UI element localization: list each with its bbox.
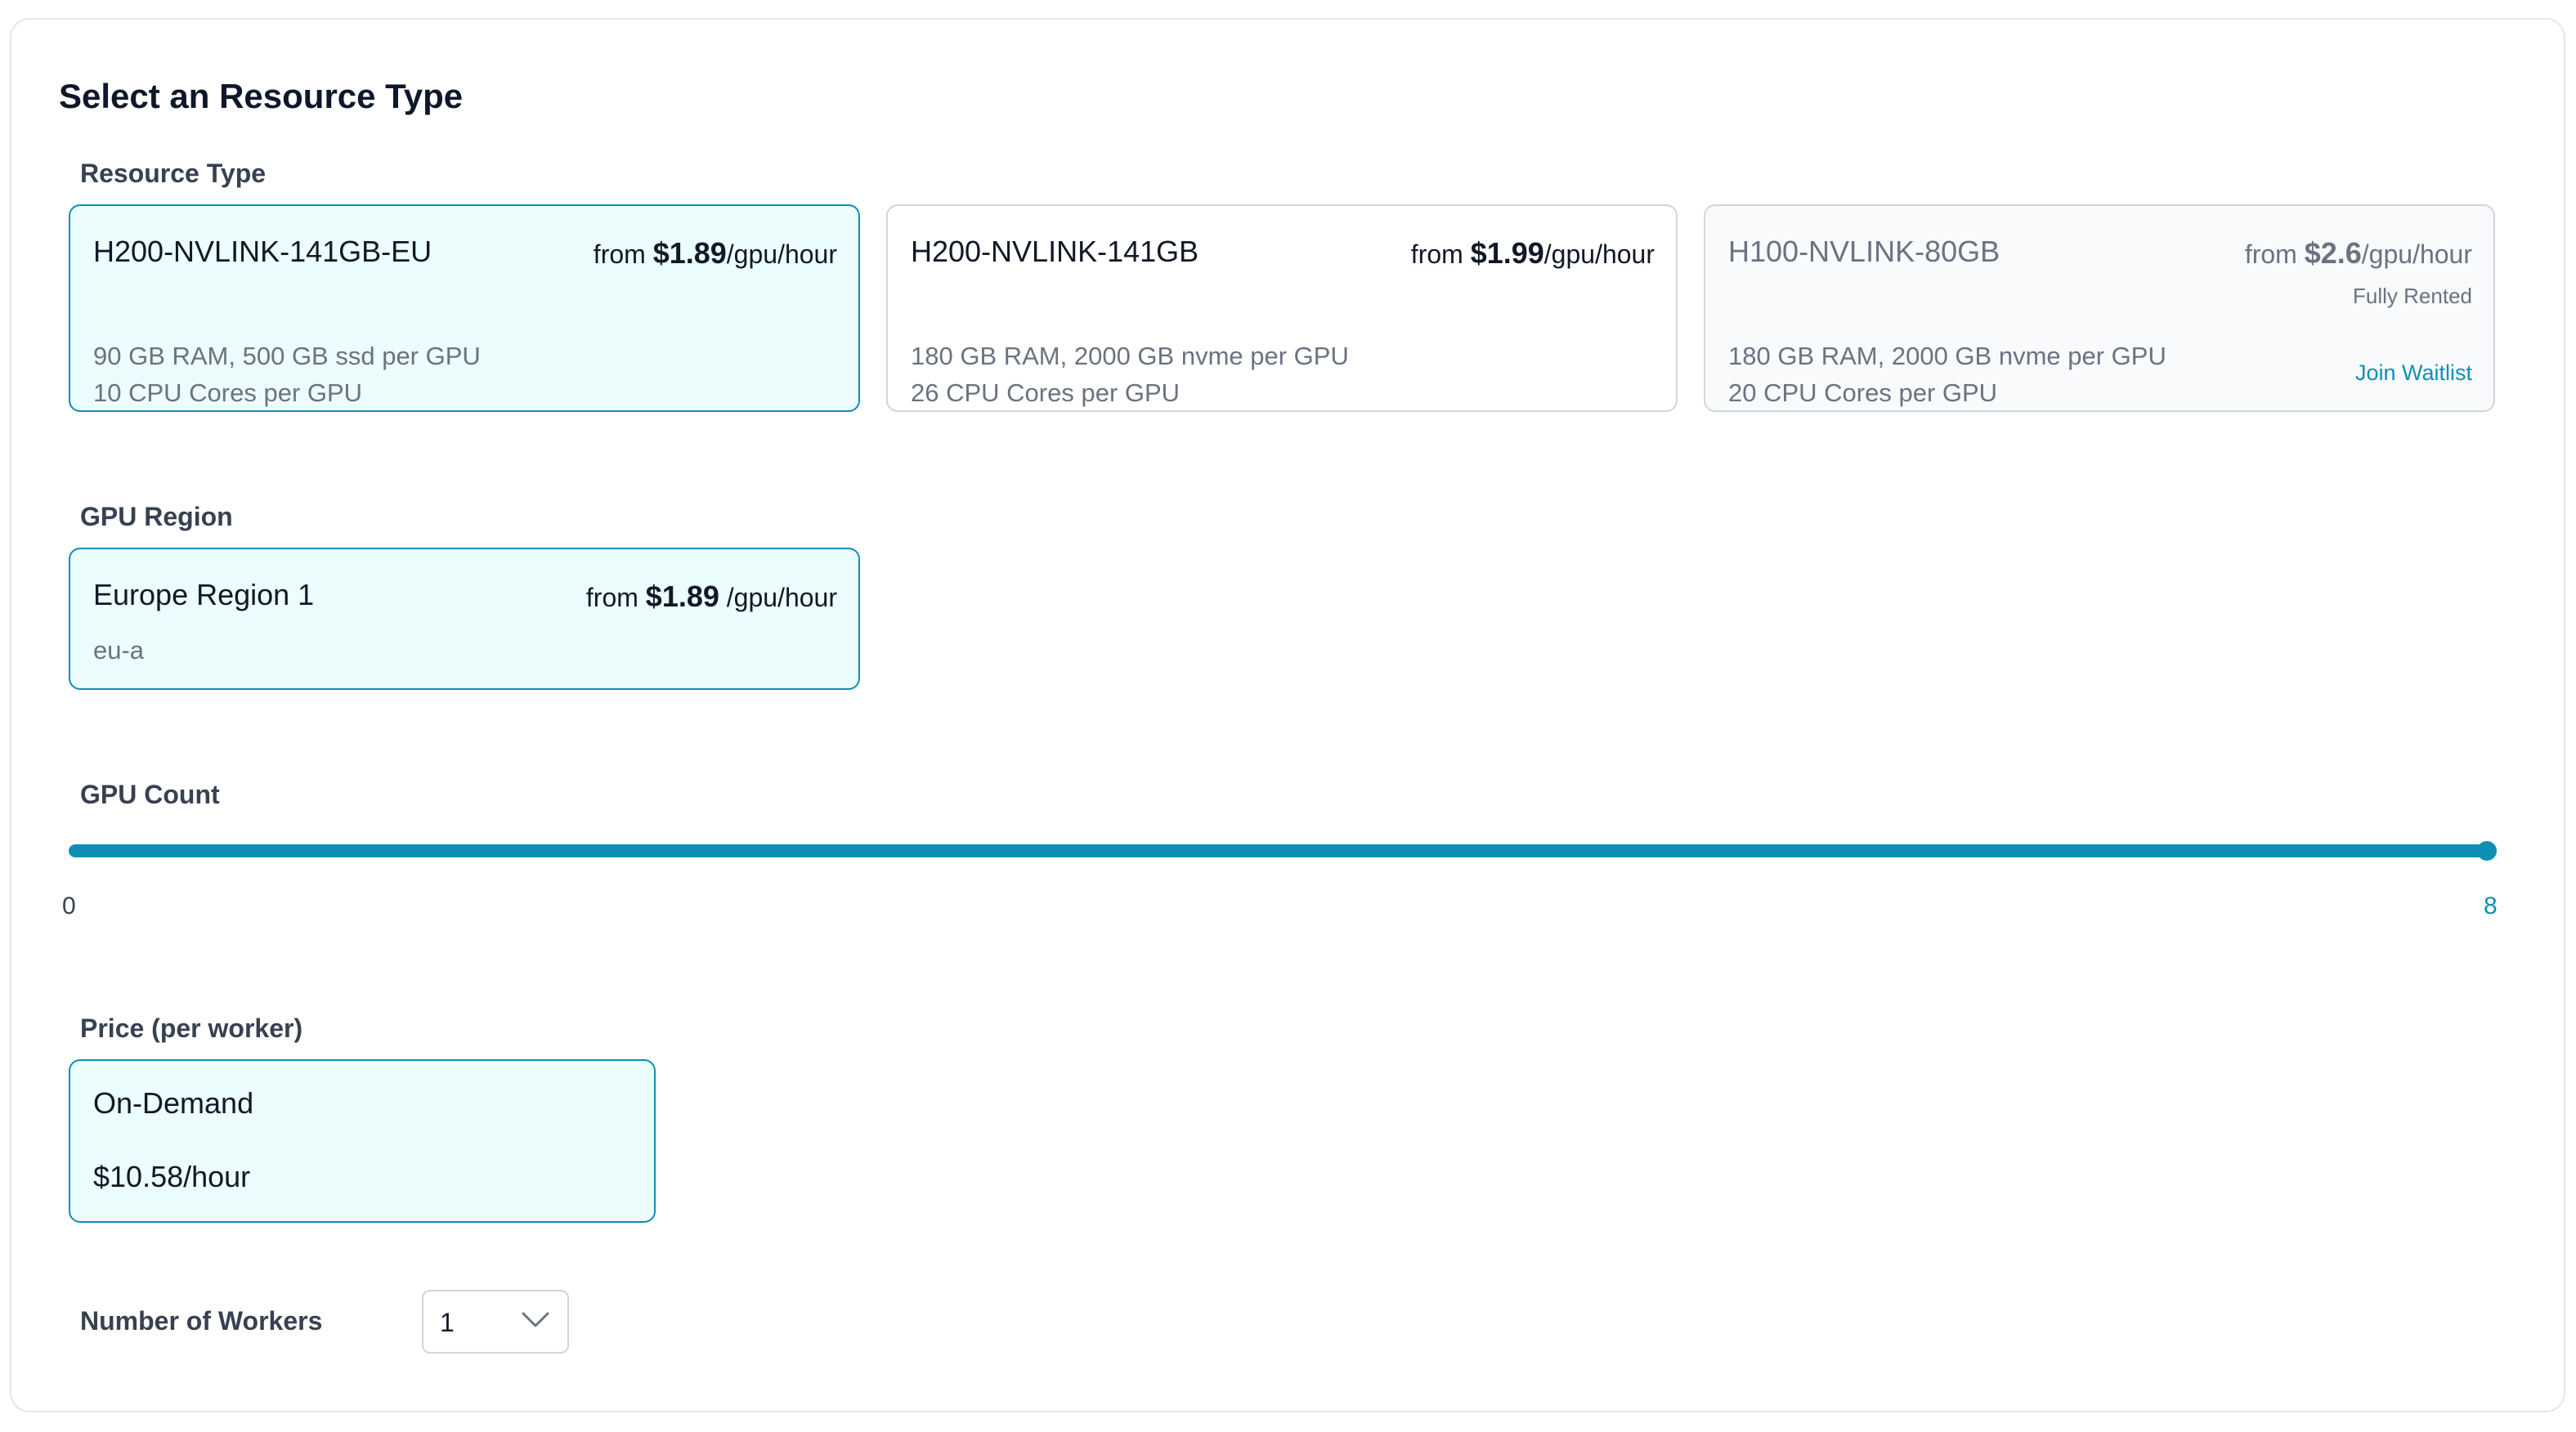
- resource-card-name: H100-NVLINK-80GB: [1728, 235, 2000, 268]
- workers-label: Number of Workers: [80, 1306, 323, 1336]
- price-card-on-demand[interactable]: On-Demand $10.58/hour: [69, 1059, 656, 1223]
- gpu-count-min: 0: [62, 893, 76, 920]
- workers-select[interactable]: 1: [422, 1290, 569, 1354]
- page-title: Select an Resource Type: [59, 77, 464, 115]
- resource-card-price: from $1.89/gpu/hour: [593, 236, 837, 270]
- price-type: On-Demand: [93, 1086, 254, 1120]
- resource-card-spec-memory: 180 GB RAM, 2000 GB nvme per GPU: [911, 342, 1349, 370]
- availability-status: Fully Rented: [2353, 284, 2472, 308]
- gpu-count-max: 8: [2484, 893, 2498, 920]
- chevron-down-icon: [522, 1312, 549, 1327]
- workers-select-value: 1: [440, 1308, 455, 1337]
- resource-card-h100: H100-NVLINK-80GB from $2.6/gpu/hour Full…: [1704, 204, 2495, 412]
- resource-card-h200-eu[interactable]: H200-NVLINK-141GB-EU from $1.89/gpu/hour…: [69, 204, 860, 412]
- region-card-name: Europe Region 1: [93, 578, 315, 611]
- resource-card-name: H200-NVLINK-141GB-EU: [93, 235, 432, 268]
- resource-card-price: from $2.6/gpu/hour: [2244, 236, 2472, 270]
- resource-card-name: H200-NVLINK-141GB: [911, 235, 1199, 268]
- price-amount: $10.58/hour: [93, 1160, 251, 1193]
- resource-card-price: from $1.99/gpu/hour: [1410, 236, 1655, 270]
- gpu-count-slider[interactable]: [69, 841, 2497, 861]
- gpu-count-label: GPU Count: [80, 780, 220, 809]
- region-card-price: from $1.89 /gpu/hour: [585, 580, 837, 613]
- resource-type-label: Resource Type: [80, 159, 267, 188]
- price-label: Price (per worker): [80, 1014, 303, 1043]
- resource-card-spec-memory: 180 GB RAM, 2000 GB nvme per GPU: [1728, 342, 2166, 370]
- region-card-code: eu-a: [93, 636, 145, 665]
- resource-card-spec-cpu: 20 CPU Cores per GPU: [1728, 378, 1998, 407]
- resource-card-h200[interactable]: H200-NVLINK-141GB from $1.99/gpu/hour 18…: [886, 204, 1678, 412]
- region-card-europe-1[interactable]: Europe Region 1 from $1.89 /gpu/hour eu-…: [69, 548, 860, 690]
- gpu-count-slider-handle[interactable]: [2477, 841, 2497, 861]
- resource-card-spec-cpu: 10 CPU Cores per GPU: [93, 378, 363, 407]
- resource-card-spec-memory: 90 GB RAM, 500 GB ssd per GPU: [93, 342, 481, 370]
- join-waitlist-link[interactable]: Join Waitlist: [2355, 358, 2472, 387]
- resource-selection-panel: Select an Resource Type Resource Type H2…: [10, 18, 2565, 1412]
- resource-card-spec-cpu: 26 CPU Cores per GPU: [911, 378, 1180, 407]
- gpu-region-label: GPU Region: [80, 502, 233, 531]
